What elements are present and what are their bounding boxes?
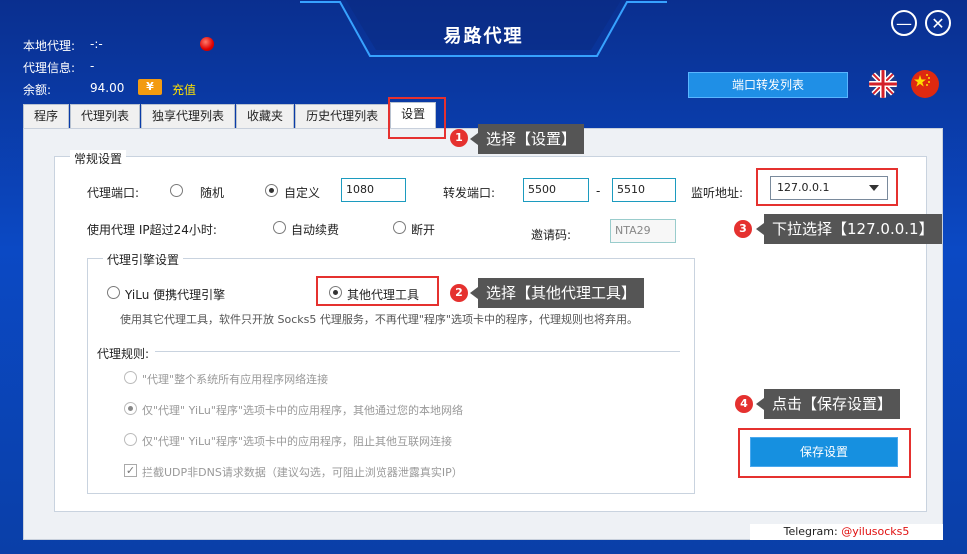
listen-address-label: 监听地址: <box>691 186 744 200</box>
local-proxy-label: 本地代理: <box>23 39 76 53</box>
forward-port-start-input[interactable]: 5500 <box>523 178 589 202</box>
random-port-label: 随机 <box>200 186 225 200</box>
telegram-handle: @yilusocks5 <box>841 525 910 538</box>
english-flag-icon[interactable] <box>869 70 897 98</box>
step-4-badge: 4 <box>735 395 753 413</box>
forward-port-label: 转发端口: <box>443 186 496 200</box>
telegram-label: Telegram: <box>783 525 838 538</box>
recharge-link[interactable]: 充值 <box>172 81 196 98</box>
udp-block-label: 拦截UDP非DNS请求数据（建议勾选，可阻止浏览器泄露真实IP） <box>142 466 463 479</box>
recharge-coin-icon[interactable]: ¥ <box>138 79 162 95</box>
rules-divider <box>155 351 680 352</box>
status-dot-icon <box>200 37 214 51</box>
engine-settings-title: 代理引擎设置 <box>103 251 184 268</box>
minimize-button[interactable]: — <box>891 10 917 36</box>
rule-programs-block-label: 仅"代理" YiLu"程序"选项卡中的应用程序，阻止其他互联网连接 <box>142 435 453 448</box>
auto-renew-radio[interactable] <box>273 221 286 234</box>
tab-bar: 程序 代理列表 独享代理列表 收藏夹 历史代理列表 设置 <box>23 102 437 128</box>
step-1-badge: 1 <box>450 129 468 147</box>
random-port-radio[interactable] <box>170 184 183 197</box>
forward-port-end-input[interactable]: 5510 <box>612 178 676 202</box>
tab-favorites[interactable]: 收藏夹 <box>236 104 295 128</box>
close-button[interactable]: ✕ <box>925 10 951 36</box>
custom-port-radio[interactable] <box>265 184 278 197</box>
balance-value: 94.00 <box>90 81 125 95</box>
step-4-callout: 点击【保存设置】 <box>755 389 901 419</box>
rule-system-label: "代理"整个系统所有应用程序网络连接 <box>142 373 329 386</box>
rule-programs-local-label: 仅"代理" YiLu"程序"选项卡中的应用程序，其他通过您的本地网络 <box>142 404 464 417</box>
highlight-settings-tab <box>388 97 446 139</box>
custom-port-label: 自定义 <box>284 186 321 200</box>
proxy-info-value: - <box>90 59 95 73</box>
tab-exclusive-proxy-list[interactable]: 独享代理列表 <box>141 104 236 128</box>
window-title: 易路代理 <box>443 26 524 47</box>
port-forward-list-button[interactable]: 端口转发列表 <box>688 72 848 98</box>
proxy-rules-label: 代理规则: <box>97 347 150 361</box>
step-2-callout: 选择【其他代理工具】 <box>469 278 645 308</box>
forward-port-dash: - <box>596 184 601 198</box>
proxy-port-label: 代理端口: <box>87 186 140 200</box>
rule-programs-block-radio[interactable] <box>124 433 137 446</box>
invite-code-label: 邀请码: <box>531 228 572 242</box>
step-3-callout: 下拉选择【127.0.0.1】 <box>756 214 942 244</box>
rule-programs-local-radio[interactable] <box>124 402 137 415</box>
disconnect-radio[interactable] <box>393 221 406 234</box>
udp-block-checkbox[interactable]: ✓ <box>124 464 137 477</box>
yilu-engine-radio[interactable] <box>107 286 120 299</box>
over24h-label: 使用代理 IP超过24小时: <box>87 223 217 237</box>
step-2-badge: 2 <box>450 284 468 302</box>
general-settings-title: 常规设置 <box>70 150 127 167</box>
yilu-engine-label: YiLu 便携代理引擎 <box>125 288 226 302</box>
step-3-badge: 3 <box>734 220 752 238</box>
local-proxy-value: -:- <box>90 37 103 51</box>
tab-proxy-list[interactable]: 代理列表 <box>70 104 141 128</box>
highlight-listen-address <box>756 168 898 206</box>
proxy-info-label: 代理信息: <box>23 61 76 75</box>
disconnect-label: 断开 <box>411 223 436 237</box>
close-icon: ✕ <box>931 13 945 33</box>
highlight-other-tools <box>316 276 439 306</box>
rule-system-radio[interactable] <box>124 371 137 384</box>
step-1-callout: 选择【设置】 <box>469 124 585 154</box>
engine-description: 使用其它代理工具，软件只开放 Socks5 代理服务，不再代理"程序"选项卡中的… <box>120 313 638 326</box>
highlight-save-button <box>738 428 911 478</box>
app-window: 易路代理 — ✕ 本地代理: -:- 代理信息: - 余额: 94.00 ¥ 充… <box>0 0 967 554</box>
auto-renew-label: 自动续费 <box>291 223 340 237</box>
invite-code-input[interactable]: NTA29 <box>610 219 676 243</box>
chinese-flag-icon[interactable] <box>911 70 939 98</box>
custom-port-input[interactable]: 1080 <box>341 178 406 202</box>
balance-label: 余额: <box>23 83 52 97</box>
telegram-contact[interactable]: Telegram: @yilusocks5 <box>750 524 943 540</box>
tab-programs[interactable]: 程序 <box>23 104 70 128</box>
tab-history-proxy-list[interactable]: 历史代理列表 <box>295 104 390 128</box>
minimize-icon: — <box>896 13 912 33</box>
